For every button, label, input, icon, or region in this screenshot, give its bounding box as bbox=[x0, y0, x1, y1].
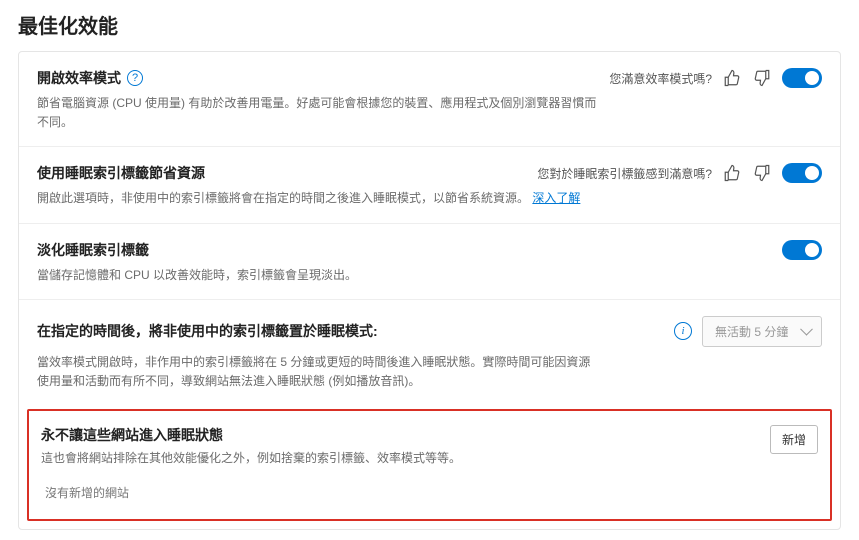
sleep-timeout-title: 在指定的時間後，將非使用中的索引標籤置於睡眠模式: bbox=[37, 321, 378, 341]
sleeping-tabs-desc: 開啟此選項時，非使用中的索引標籤將會在指定的時間之後進入睡眠模式，以節省系統資源… bbox=[37, 189, 597, 208]
efficiency-mode-section: 開啟效率模式 ? 您滿意效率模式嗎? 節省電腦資源 (CPU 使用量) 有助於改… bbox=[19, 52, 840, 146]
add-button[interactable]: 新增 bbox=[770, 425, 818, 454]
sleep-timeout-value: 無活動 5 分鐘 bbox=[715, 325, 788, 339]
sleeping-tabs-title: 使用睡眠索引標籤節省資源 bbox=[37, 163, 205, 183]
sleep-timeout-section: 在指定的時間後，將非使用中的索引標籤置於睡眠模式: i 無活動 5 分鐘 當效率… bbox=[19, 299, 840, 405]
sleeping-tabs-toggle[interactable] bbox=[782, 163, 822, 183]
never-sleep-desc: 這也會將網站排除在其他效能優化之外，例如捨棄的索引標籤、效率模式等等。 bbox=[41, 449, 461, 468]
never-sleep-title: 永不讓這些網站進入睡眠狀態 bbox=[41, 425, 461, 445]
thumbs-down-icon[interactable] bbox=[752, 68, 772, 88]
fade-tabs-section: 淡化睡眠索引標籤 當儲存記憶體和 CPU 以改善效能時，索引標籤會呈現淡出。 bbox=[19, 223, 840, 299]
thumbs-up-icon[interactable] bbox=[722, 163, 742, 183]
sleep-timeout-dropdown[interactable]: 無活動 5 分鐘 bbox=[702, 316, 822, 347]
info-icon[interactable]: i bbox=[674, 322, 692, 340]
efficiency-mode-title: 開啟效率模式 bbox=[37, 68, 121, 88]
fade-tabs-desc: 當儲存記憶體和 CPU 以改善效能時，索引標籤會呈現淡出。 bbox=[37, 266, 597, 285]
page-title: 最佳化效能 bbox=[18, 10, 841, 39]
learn-more-link[interactable]: 深入了解 bbox=[532, 191, 580, 205]
help-icon[interactable]: ? bbox=[127, 70, 143, 86]
thumbs-down-icon[interactable] bbox=[752, 163, 772, 183]
efficiency-mode-desc: 節省電腦資源 (CPU 使用量) 有助於改善用電量。好處可能會根據您的裝置、應用… bbox=[37, 94, 597, 132]
sleeping-tabs-feedback-label: 您對於睡眠索引標籤感到滿意嗎? bbox=[537, 165, 712, 182]
fade-tabs-toggle[interactable] bbox=[782, 240, 822, 260]
sleeping-tabs-desc-text: 開啟此選項時，非使用中的索引標籤將會在指定的時間之後進入睡眠模式，以節省系統資源… bbox=[37, 191, 529, 205]
sleep-timeout-desc: 當效率模式開啟時，非作用中的索引標籤將在 5 分鐘或更短的時間後進入睡眠狀態。實… bbox=[37, 353, 597, 391]
never-sleep-section: 永不讓這些網站進入睡眠狀態 這也會將網站排除在其他效能優化之外，例如捨棄的索引標… bbox=[27, 409, 832, 521]
settings-card: 開啟效率模式 ? 您滿意效率模式嗎? 節省電腦資源 (CPU 使用量) 有助於改… bbox=[18, 51, 841, 530]
thumbs-up-icon[interactable] bbox=[722, 68, 742, 88]
fade-tabs-title: 淡化睡眠索引標籤 bbox=[37, 240, 149, 260]
efficiency-mode-toggle[interactable] bbox=[782, 68, 822, 88]
never-sleep-empty: 沒有新增的網站 bbox=[41, 472, 818, 501]
efficiency-feedback-label: 您滿意效率模式嗎? bbox=[609, 70, 712, 87]
sleeping-tabs-section: 使用睡眠索引標籤節省資源 您對於睡眠索引標籤感到滿意嗎? 開啟此選項時，非使用中… bbox=[19, 146, 840, 222]
